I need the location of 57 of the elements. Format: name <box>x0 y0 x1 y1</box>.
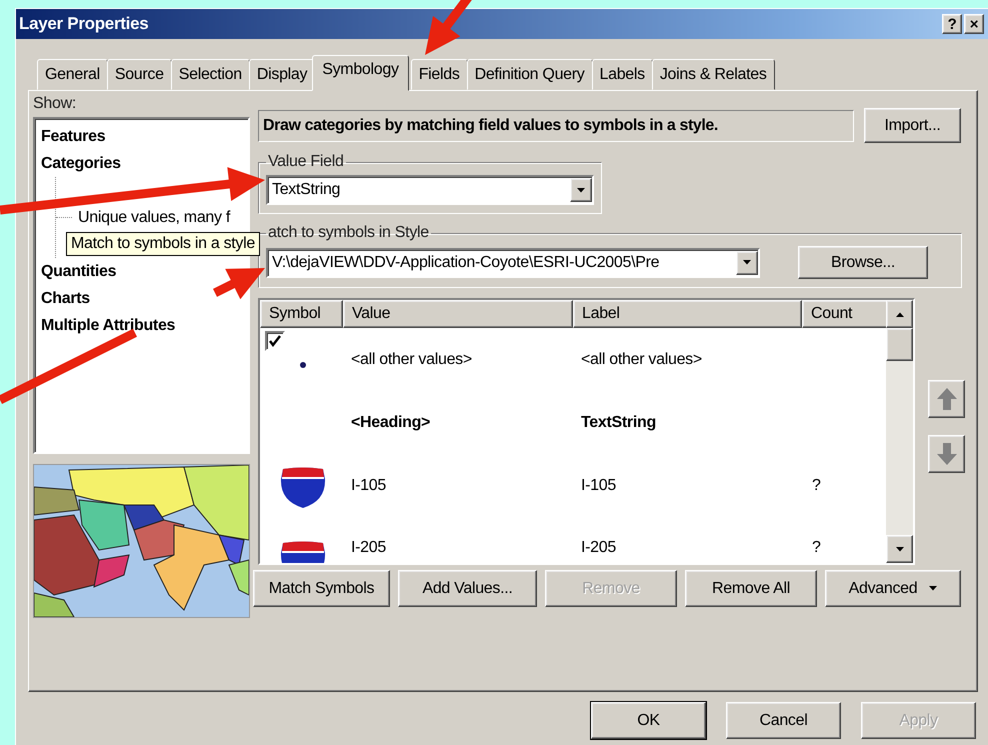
point-symbol-icon <box>300 362 306 368</box>
close-button[interactable]: × <box>964 14 984 34</box>
tree-item[interactable]: Quantities <box>41 258 116 285</box>
scroll-thumb[interactable] <box>886 328 913 361</box>
tree-item[interactable]: Features <box>41 123 106 150</box>
action-button[interactable]: Add Values... <box>398 570 537 607</box>
value-field-dropdown[interactable]: TextString <box>266 175 594 205</box>
browse-button[interactable]: Browse... <box>798 246 928 279</box>
highway-shield-icon <box>280 467 326 509</box>
show-label: Show: <box>33 95 77 114</box>
group-label: Value Field <box>267 153 345 171</box>
action-button[interactable]: Remove All <box>685 570 817 607</box>
action-button[interactable]: Advanced <box>825 570 961 607</box>
window-title: Layer Properties <box>19 14 150 34</box>
tab[interactable]: Joins & Relates <box>652 59 775 90</box>
table-cell-text: <all other values> <box>350 350 473 368</box>
column-header[interactable]: Count <box>802 300 886 328</box>
dialog-button[interactable]: Cancel <box>726 702 841 739</box>
scrollbar[interactable] <box>886 300 913 563</box>
down-arrow-icon <box>936 442 958 466</box>
move-down-button[interactable] <box>928 435 965 473</box>
tab[interactable]: Selection <box>170 59 250 90</box>
move-up-button[interactable] <box>928 380 965 418</box>
column-header[interactable]: Symbol <box>260 300 343 328</box>
tooltip: Match to symbols in a style <box>66 232 260 256</box>
help-button[interactable]: ? <box>942 14 962 34</box>
tab[interactable]: Symbology <box>312 55 409 91</box>
group-label: atch to symbols in Style <box>267 224 430 242</box>
style-dropdown[interactable]: V:\dejaVIEW\DDV-Application-Coyote\ESRI-UC2005\Pre <box>266 248 760 278</box>
table-cell-text: <all other values> <box>580 350 703 368</box>
tab[interactable]: Definition Query <box>466 59 592 90</box>
annotation-arrow <box>425 0 474 55</box>
tab[interactable]: Source <box>106 59 172 90</box>
column-header[interactable]: Value <box>343 300 573 328</box>
dialog-button[interactable]: OK <box>591 702 706 739</box>
table-cell-text: ? <box>811 476 822 494</box>
table-cell-text: I-105 <box>580 476 617 494</box>
table-cell-text: ? <box>811 538 822 557</box>
table-cell-text: I-205 <box>580 538 617 557</box>
tree-item[interactable]: Categories <box>41 150 121 177</box>
column-header[interactable]: Label <box>573 300 802 328</box>
table-cell-text: <Heading> <box>350 414 432 432</box>
table-cell-text: TextString <box>580 414 657 432</box>
tree-item[interactable]: Charts <box>41 285 90 312</box>
import-button[interactable]: Import... <box>864 108 961 143</box>
tab[interactable]: Labels <box>592 59 653 90</box>
table-cell-text: I-105 <box>350 476 387 494</box>
tree-item[interactable]: Multiple Attributes <box>41 312 176 339</box>
scroll-down-icon[interactable] <box>886 535 913 563</box>
scroll-up-icon[interactable] <box>886 300 913 328</box>
up-arrow-icon <box>936 387 958 411</box>
tree-item[interactable]: Unique values, many f <box>56 204 242 231</box>
action-button[interactable]: Match Symbols <box>253 570 390 607</box>
tab[interactable]: General <box>37 59 108 90</box>
description-text: Draw categories by matching field values to symbols in a style. <box>258 110 854 142</box>
table-cell-text: I-205 <box>350 538 387 557</box>
tab[interactable]: Fields <box>410 59 468 90</box>
